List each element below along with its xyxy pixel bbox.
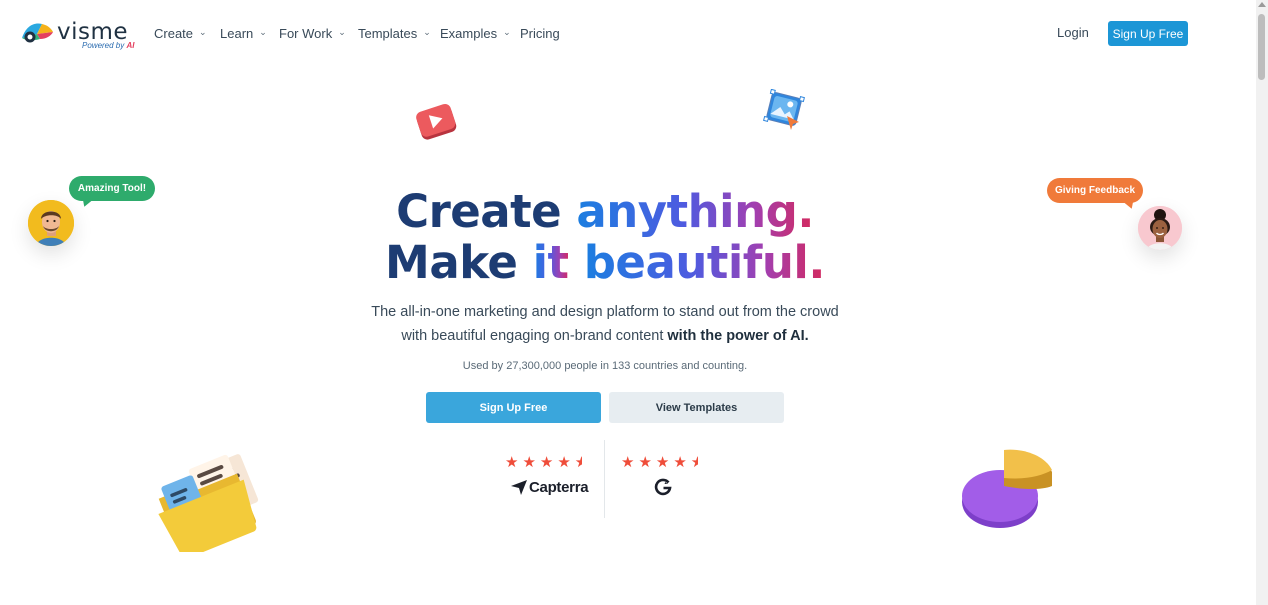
image-selection-icon <box>763 89 805 130</box>
hero-signup-button[interactable]: Sign Up Free <box>426 392 601 423</box>
chevron-down-icon: ⌄ <box>423 26 431 37</box>
hero-subheading-emphasis: with the power of AI. <box>667 328 809 344</box>
site-header: visme Powered by AI Create ⌄ Learn ⌄ For… <box>0 0 1256 66</box>
hero-title-gradient-word: it <box>532 236 569 289</box>
view-templates-button[interactable]: View Templates <box>609 392 784 423</box>
hero-title-line-2: Make it beautiful. <box>0 237 1210 289</box>
chevron-down-icon: ⌄ <box>199 26 207 37</box>
nav-item-label: Templates <box>358 25 418 41</box>
hero-subheading-line-1: The all-in-one marketing and design plat… <box>371 304 839 320</box>
hero-title-word: Create <box>396 185 562 238</box>
hero-title-gradient-word: anything. <box>576 185 814 238</box>
folder-documents-icon <box>158 454 259 552</box>
nav-item-examples[interactable]: Examples ⌄ <box>440 24 520 42</box>
scroll-up-arrow-icon[interactable] <box>1258 2 1266 7</box>
hero-subheading-text: with beautiful engaging on-brand content <box>401 328 664 344</box>
chevron-down-icon: ⌄ <box>338 26 346 37</box>
nav-item-label: Examples <box>440 25 498 41</box>
nav-item-create[interactable]: Create ⌄ <box>154 24 220 42</box>
chevron-down-icon: ⌄ <box>259 26 267 37</box>
ratings-divider <box>604 440 605 518</box>
capterra-arrow-icon <box>511 480 527 495</box>
hero-title-word: Make <box>385 236 518 289</box>
nav-item-pricing[interactable]: Pricing <box>520 24 560 42</box>
login-link[interactable]: Login <box>1057 25 1089 40</box>
video-play-icon <box>416 103 457 140</box>
hero-title-line-1: Create anything. <box>0 186 1210 238</box>
visme-logo-mark-icon <box>22 23 53 43</box>
hero-title-gradient-word: beautiful. <box>583 236 826 289</box>
pie-chart-decoration-icon <box>962 449 1052 528</box>
logo-tagline: Powered by AI <box>82 41 134 50</box>
capterra-star-rating: ★★★★★ <box>505 454 582 471</box>
hero-subheading-line-2: with beautiful engaging on-brand content… <box>0 324 1210 348</box>
nav-item-label: Pricing <box>520 25 560 41</box>
logo-tagline-prefix: Powered by <box>82 41 125 50</box>
scrollbar-thumb[interactable] <box>1258 14 1265 80</box>
g2-logo-icon[interactable]: 2 <box>654 478 672 496</box>
g2-star-rating: ★★★★★ <box>621 454 698 471</box>
nav-item-templates[interactable]: Templates ⌄ <box>358 24 440 42</box>
visme-logo[interactable]: visme Powered by AI <box>20 18 136 52</box>
page-scrollbar[interactable] <box>1256 0 1268 605</box>
hero-subheading: The all-in-one marketing and design plat… <box>0 300 1210 348</box>
capterra-logo[interactable]: Capterra <box>511 479 589 496</box>
chevron-down-icon: ⌄ <box>503 26 511 37</box>
nav-item-for-work[interactable]: For Work ⌄ <box>279 24 358 42</box>
nav-item-label: Create <box>154 25 194 41</box>
usage-stat-text: Used by 27,300,000 people in 133 countri… <box>462 360 748 372</box>
header-signup-button[interactable]: Sign Up Free <box>1108 21 1188 46</box>
nav-item-learn[interactable]: Learn ⌄ <box>220 24 279 42</box>
logo-tagline-ai: AI <box>126 41 135 50</box>
nav-item-label: For Work <box>279 25 333 41</box>
main-nav: Create ⌄ Learn ⌄ For Work ⌄ Templates ⌄ … <box>154 24 560 42</box>
nav-item-label: Learn <box>220 25 254 41</box>
capterra-label: Capterra <box>529 479 589 496</box>
